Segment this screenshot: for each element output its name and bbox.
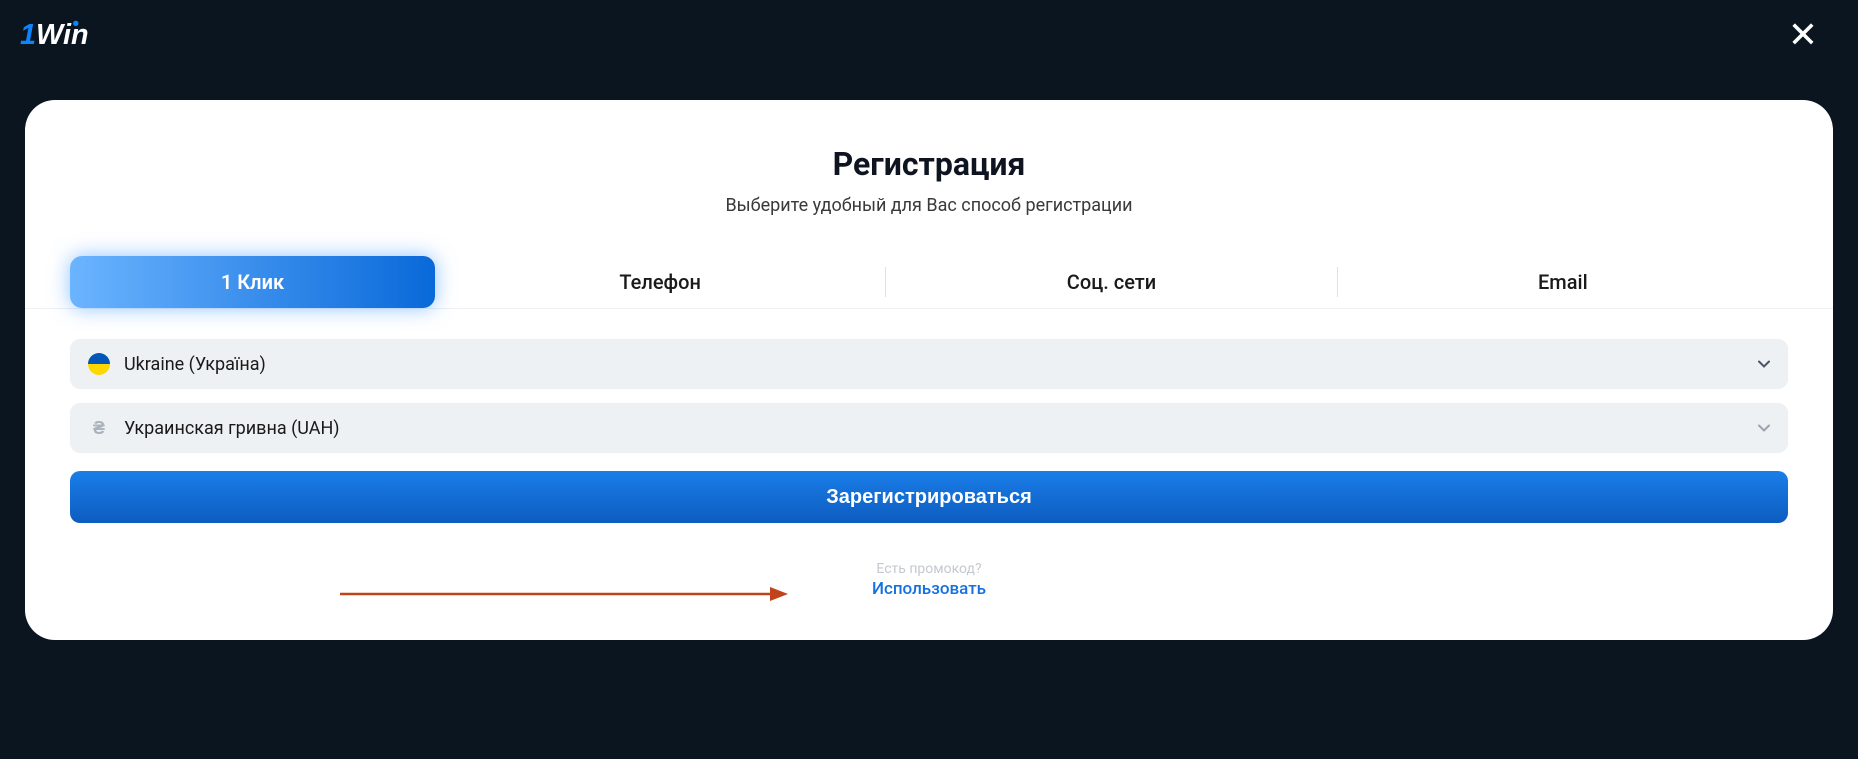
- tab-one-click[interactable]: 1 Клик: [70, 256, 435, 308]
- chevron-down-icon: [1758, 420, 1770, 436]
- promo-question-text: Есть промокод?: [70, 561, 1788, 577]
- registration-modal: Регистрация Выберите удобный для Вас спо…: [25, 100, 1833, 640]
- promo-use-link[interactable]: Использовать: [70, 579, 1788, 599]
- ukraine-flag-icon: [88, 353, 110, 375]
- chevron-down-icon: [1758, 356, 1770, 372]
- registration-tabs: 1 Клик Телефон Соц. сети Email: [25, 256, 1833, 309]
- modal-subtitle: Выберите удобный для Вас способ регистра…: [25, 195, 1833, 216]
- country-select-label: Ukraine (Україна): [124, 354, 1758, 375]
- country-select[interactable]: Ukraine (Україна): [70, 339, 1788, 389]
- brand-logo[interactable]: 1Win: [20, 15, 110, 55]
- hryvnia-icon: ₴: [88, 417, 110, 439]
- tab-social[interactable]: Соц. сети: [886, 256, 1336, 308]
- tab-phone[interactable]: Телефон: [435, 256, 885, 308]
- close-icon[interactable]: ✕: [1778, 12, 1828, 58]
- tab-email[interactable]: Email: [1338, 256, 1788, 308]
- currency-select[interactable]: ₴ Украинская гривна (UAH): [70, 403, 1788, 453]
- currency-select-label: Украинская гривна (UAH): [124, 418, 1758, 439]
- modal-title: Регистрация: [25, 145, 1833, 183]
- register-button[interactable]: Зарегистрироваться: [70, 471, 1788, 523]
